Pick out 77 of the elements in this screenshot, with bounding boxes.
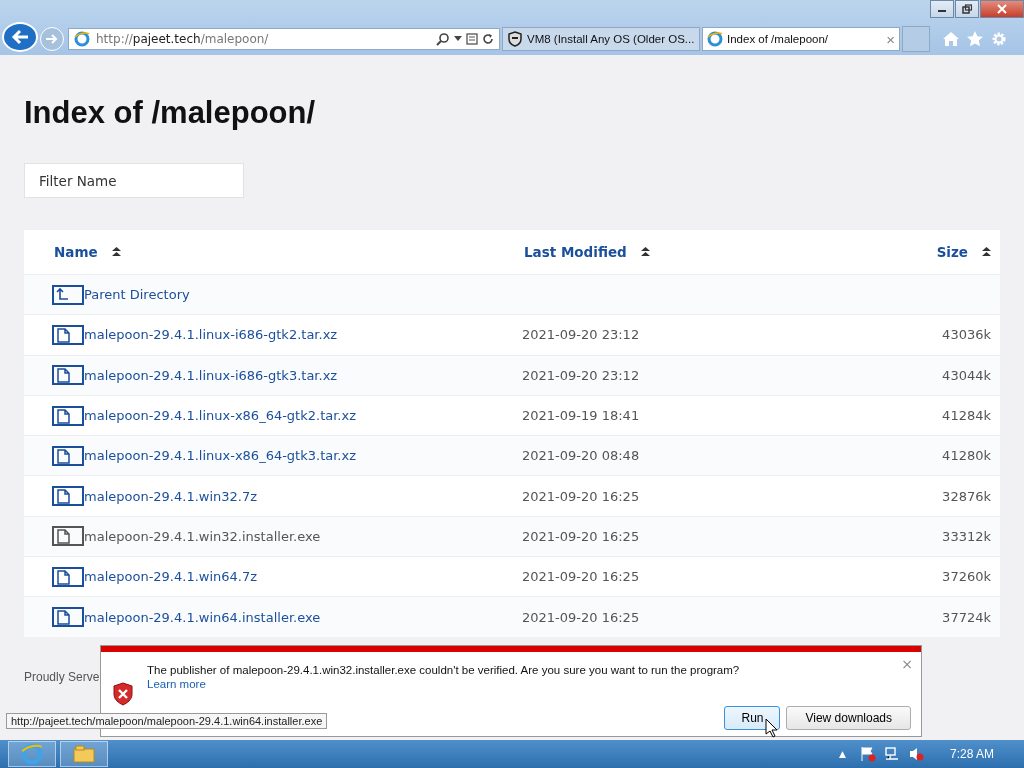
browser-icon	[74, 31, 90, 47]
modified-date: 2021-09-20 16:25	[522, 569, 640, 585]
browser-icon	[707, 31, 723, 47]
refresh-icon[interactable]	[482, 33, 494, 45]
modified-date: 2021-09-20 16:25	[522, 528, 640, 544]
folder-icon	[73, 745, 95, 763]
file-size: 33312k	[942, 528, 991, 544]
modified-date: 2021-09-20 16:25	[522, 488, 640, 504]
file-size: 37260k	[942, 569, 991, 585]
minimize-button[interactable]	[930, 0, 954, 18]
address-url: http://pajeet.tech/malepoon/	[96, 32, 270, 46]
forward-arrow-icon	[45, 33, 59, 45]
sort-icon[interactable]	[640, 247, 650, 257]
shield-icon	[507, 31, 523, 47]
browser-tab[interactable]: VM8 (Install Any OS (Older OS...	[502, 27, 700, 51]
close-button[interactable]	[980, 0, 1024, 18]
back-button[interactable]	[2, 22, 38, 52]
column-header[interactable]: Last Modified	[524, 244, 627, 260]
file-size: 37724k	[942, 609, 991, 625]
compatibility-icon[interactable]	[466, 33, 478, 45]
file-icon	[52, 566, 84, 587]
sort-icon[interactable]	[982, 247, 991, 257]
file-icon	[52, 324, 84, 345]
file-link[interactable]: malepoon-29.4.1.win64.installer.exe	[84, 609, 321, 625]
file-icon	[52, 607, 84, 627]
clock[interactable]: 7:28 AM	[949, 747, 994, 761]
network-icon[interactable]	[883, 746, 900, 762]
file-size: 32876k	[942, 488, 991, 504]
modified-date: 2021-09-20 23:12	[522, 367, 640, 383]
close-notification-button[interactable]: ×	[901, 656, 913, 672]
file-link[interactable]: malepoon-29.4.1.linux-i686-gtk3.tar.xz	[84, 367, 338, 383]
sort-icon[interactable]	[111, 247, 121, 257]
dropdown-icon[interactable]	[454, 36, 462, 42]
file-size: 43036k	[942, 327, 991, 343]
file-size: 43044k	[942, 367, 991, 383]
restore-icon	[962, 4, 972, 14]
status-url-tooltip: http://pajeet.tech/malepoon/malepoon-29.4.1.win64.installer.exe	[6, 713, 328, 729]
warning-shield-icon	[112, 682, 134, 706]
flag-icon[interactable]	[859, 746, 876, 762]
modified-date: 2021-09-20 16:25	[522, 609, 640, 625]
browser-tab[interactable]: Index of /malepoon/ ×	[702, 27, 900, 51]
search-icon[interactable]	[436, 32, 450, 46]
close-tab-button[interactable]: ×	[886, 30, 895, 48]
file-icon	[52, 405, 84, 426]
file-link[interactable]: malepoon-29.4.1.linux-i686-gtk2.tar.xz	[84, 327, 338, 343]
modified-date: 2021-09-20 08:48	[522, 448, 640, 464]
file-size: 41284k	[942, 408, 991, 424]
modified-date: 2021-09-19 18:41	[522, 408, 640, 424]
file-link[interactable]: malepoon-29.4.1.linux-x86_64-gtk3.tar.xz	[84, 448, 356, 464]
warning-message: The publisher of malepoon-29.4.1.win32.installer.exe couldn't be verified. Are you sure you want to run the program?	[147, 664, 740, 676]
page-heading: Index of /malepoon/	[24, 95, 317, 131]
file-link[interactable]: malepoon-29.4.1.win64.7z	[84, 569, 258, 585]
file-link[interactable]: Parent Directory	[84, 287, 190, 303]
column-header[interactable]: Size	[936, 244, 968, 260]
browser-icon	[21, 743, 43, 765]
file-icon	[52, 365, 84, 386]
file-link[interactable]: malepoon-29.4.1.win32.7z	[84, 488, 258, 504]
back-arrow-icon	[10, 28, 30, 46]
notification-button[interactable]: View downloads	[786, 706, 911, 730]
parent-folder-icon	[52, 284, 84, 305]
filter-field[interactable]: Filter Name	[24, 163, 244, 198]
modified-date: 2021-09-20 23:12	[522, 327, 640, 343]
file-link[interactable]: malepoon-29.4.1.win32.installer.exe	[84, 528, 321, 544]
file-link[interactable]: malepoon-29.4.1.linux-x86_64-gtk2.tar.xz	[84, 408, 356, 424]
file-icon	[52, 445, 84, 466]
file-icon	[52, 526, 84, 547]
column-header[interactable]: Name	[54, 244, 98, 260]
restore-button[interactable]	[955, 0, 979, 18]
show-hidden-icons-button[interactable]: ▲	[839, 749, 846, 759]
notification-button[interactable]: Run	[724, 706, 781, 730]
file-size: 41280k	[942, 448, 991, 464]
footer-text: Proudly Serve	[24, 669, 100, 684]
learn-more-link[interactable]: Learn more	[147, 678, 740, 690]
address-bar[interactable]: http://pajeet.tech/malepoon/	[68, 28, 500, 50]
speaker-icon[interactable]	[907, 746, 924, 762]
file-icon	[52, 486, 84, 507]
close-icon	[997, 4, 1007, 14]
